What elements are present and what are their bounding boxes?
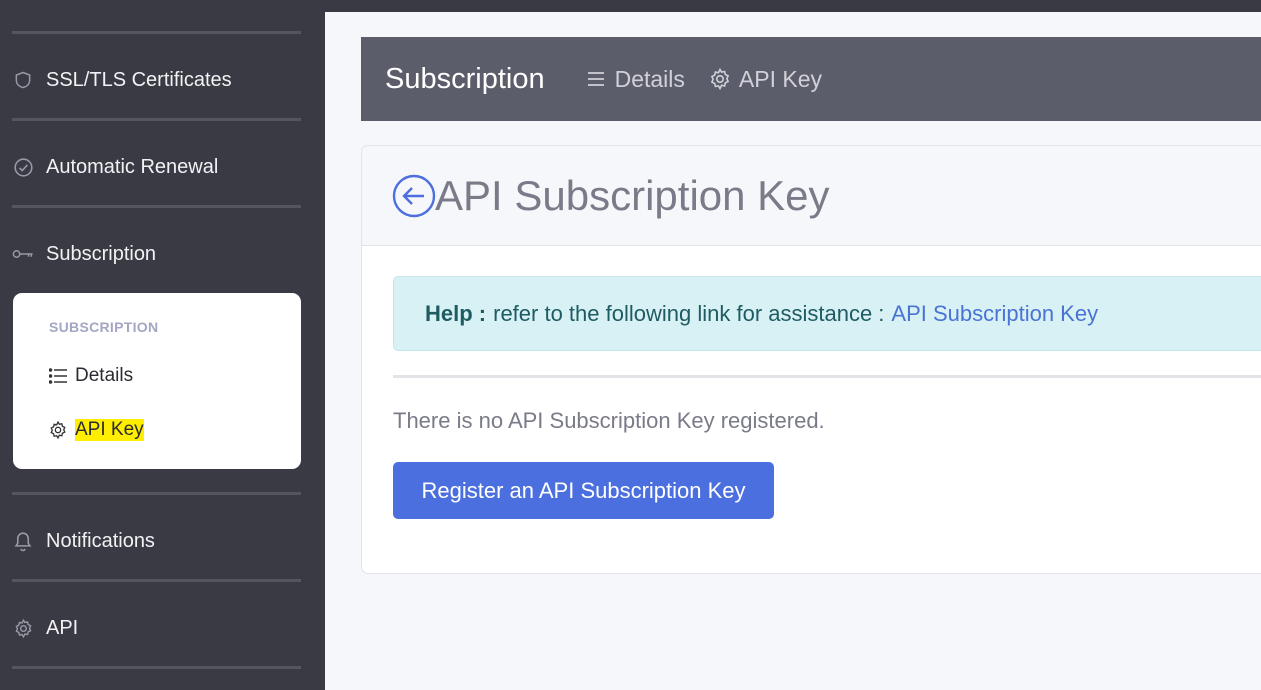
sidebar-divider xyxy=(12,579,301,582)
subnav-title: Subscription xyxy=(385,62,545,95)
sidebar-item-label: API xyxy=(46,616,79,639)
key-icon xyxy=(12,243,34,265)
shield-icon xyxy=(12,69,34,91)
sidebar-divider xyxy=(12,492,301,495)
subnav-link-label: Details xyxy=(614,65,685,92)
top-bar xyxy=(325,0,1261,12)
sidebar-item-label: Subscription xyxy=(46,242,157,265)
help-message: refer to the following link for assistan… xyxy=(493,300,885,326)
subnav-link-api-key[interactable]: API Key xyxy=(707,66,822,93)
subscription-subnav: Subscription Details API Key xyxy=(361,37,1261,121)
bell-icon xyxy=(12,530,34,552)
sidebar-item-automatic-renewal[interactable]: Automatic Renewal xyxy=(12,147,301,187)
submenu-item-details[interactable]: Details xyxy=(47,361,133,391)
sidebar-item-label: SSL/TLS Certificates xyxy=(46,68,232,91)
subnav-link-label: API Key xyxy=(738,65,823,92)
sidebar-divider xyxy=(12,31,301,34)
back-arrow-icon[interactable] xyxy=(392,174,436,218)
sidebar-divider xyxy=(12,118,301,121)
help-label: Help : xyxy=(425,300,487,326)
sidebar-item-notifications[interactable]: Notifications xyxy=(12,521,301,561)
gear-icon xyxy=(707,66,733,92)
check-circle-icon xyxy=(12,156,34,178)
gear-icon xyxy=(47,419,69,441)
sidebar-item-label: Automatic Renewal xyxy=(46,155,219,178)
list-icon xyxy=(47,365,69,387)
submenu-item-api-key[interactable]: API Key xyxy=(47,415,144,445)
sidebar-divider xyxy=(12,666,301,669)
subscription-submenu: SUBSCRIPTION Details API Key xyxy=(13,293,301,469)
sidebar-item-api[interactable]: API xyxy=(12,608,301,648)
page-title: API Subscription Key xyxy=(435,171,830,219)
submenu-item-label: Details xyxy=(75,365,134,386)
register-api-key-button[interactable]: Register an API Subscription Key xyxy=(393,462,774,519)
list-icon xyxy=(583,66,609,92)
divider xyxy=(393,375,1261,378)
api-key-card: API Subscription Key Help : refer to the… xyxy=(361,145,1261,574)
submenu-item-label: API Key xyxy=(75,419,144,441)
subnav-link-details[interactable]: Details xyxy=(583,66,685,93)
main-content: Subscription Details API Key API Subscri… xyxy=(325,12,1261,690)
submenu-title: SUBSCRIPTION xyxy=(49,319,159,335)
gear-icon xyxy=(12,617,34,639)
sidebar: SSL/TLS Certificates Automatic Renewal S… xyxy=(0,0,325,690)
help-alert: Help : refer to the following link for a… xyxy=(393,276,1261,351)
sidebar-item-subscription[interactable]: Subscription xyxy=(12,234,301,274)
sidebar-item-ssl-tls[interactable]: SSL/TLS Certificates xyxy=(12,60,301,100)
card-header: API Subscription Key xyxy=(362,146,1261,246)
help-link[interactable]: API Subscription Key xyxy=(891,301,1098,327)
empty-state-message: There is no API Subscription Key registe… xyxy=(393,408,825,433)
sidebar-item-label: Notifications xyxy=(46,529,155,552)
sidebar-divider xyxy=(12,205,301,208)
